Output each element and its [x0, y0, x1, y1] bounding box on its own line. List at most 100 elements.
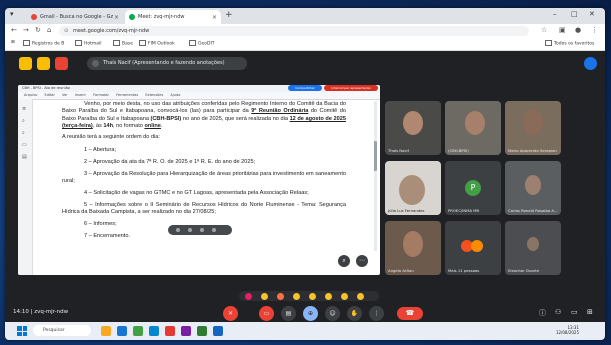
people-icon[interactable]: ⚇	[555, 308, 561, 316]
record-icon[interactable]	[55, 57, 68, 70]
search-icon[interactable]: ⌕	[22, 119, 27, 124]
heart-icon[interactable]	[245, 292, 252, 300]
participant-tile[interactable]: (CBH-BPSI)	[445, 101, 501, 155]
participant-tile[interactable]: P PROEC/INMA MR	[445, 161, 501, 215]
bookmark-item[interactable]: GeoDIT	[189, 40, 215, 47]
excel-icon[interactable]	[197, 326, 207, 336]
app-icon[interactable]	[165, 326, 175, 336]
bookmark-item[interactable]: Registros de B	[23, 40, 64, 47]
edge-icon[interactable]	[117, 326, 127, 336]
chrome-icon[interactable]	[133, 326, 143, 336]
participant-tile[interactable]: Carlos Ronald Rosalba A...	[505, 161, 561, 215]
leave-call-button[interactable]: ☎	[397, 307, 423, 320]
bookmark-star-icon[interactable]: ☆	[541, 26, 547, 34]
outline-icon[interactable]: ≡	[22, 107, 27, 112]
stop-presenting-button[interactable]: Interromper apresentação	[324, 85, 378, 91]
annotation-toolbar[interactable]	[168, 225, 232, 235]
close-icon[interactable]: ×	[212, 14, 217, 21]
zoom-in-icon[interactable]: ⌕	[338, 255, 350, 267]
home-icon[interactable]: ⌂	[47, 26, 51, 34]
bookmark-item[interactable]: Base	[113, 40, 133, 47]
close-icon[interactable]: ×	[114, 14, 119, 21]
taskbar-clock[interactable]: 13:31 12/08/2025	[556, 325, 579, 335]
layout-icon[interactable]	[19, 57, 32, 70]
apps-icon[interactable]: ⊞	[11, 40, 15, 45]
folder-icon	[545, 40, 552, 46]
participant-tile[interactable]: Júlia Luz Fernandes	[385, 161, 441, 215]
chat-icon[interactable]: ▭	[571, 308, 578, 316]
address-bar[interactable]: ⊙ meet.google.com/zvq-mjr-ndw	[59, 26, 529, 36]
zoom-icon[interactable]: ⌕	[22, 131, 27, 136]
comment-icon[interactable]: ▭	[22, 143, 27, 148]
word-icon[interactable]	[213, 326, 223, 336]
site-info-icon[interactable]: ⊙	[64, 26, 68, 36]
teams-icon[interactable]	[181, 326, 191, 336]
menu-item[interactable]: Arquivo	[24, 93, 37, 97]
menu-icon[interactable]: ⋮	[591, 26, 598, 34]
captions-icon[interactable]: ▤	[281, 306, 296, 321]
menu-item[interactable]: Ajuda	[170, 93, 180, 97]
reload-icon[interactable]: ↻	[35, 26, 41, 34]
start-icon[interactable]	[17, 326, 27, 336]
menu-item[interactable]: Editar	[45, 93, 55, 97]
laugh-icon[interactable]	[309, 292, 316, 300]
all-bookmarks[interactable]: Todos os favoritos	[545, 40, 594, 47]
windows-taskbar: Pesquisar 13:31 12/08/2025	[5, 322, 605, 340]
highlighter-icon[interactable]	[188, 228, 192, 232]
menu-item[interactable]: Inserir	[75, 93, 86, 97]
pen-icon[interactable]	[176, 228, 180, 232]
bookmark-item[interactable]: FIM Outlook	[139, 40, 175, 47]
reactions-icon[interactable]: ☺	[325, 306, 340, 321]
pin-icon[interactable]	[37, 57, 50, 70]
folder-icon	[189, 40, 196, 46]
share-button[interactable]: Compartilhar	[288, 85, 322, 91]
expand-icon[interactable]	[584, 57, 597, 70]
agenda-item: 4 – Solicitação de vagas no GTMC e no GT…	[84, 190, 309, 197]
sad-icon[interactable]	[341, 292, 348, 300]
outlook-icon[interactable]	[149, 326, 159, 336]
more-icon[interactable]: ⋮	[369, 306, 384, 321]
file-explorer-icon[interactable]	[101, 326, 111, 336]
tab-gmail[interactable]: Gmail - Busca no Google - Gz ×	[27, 10, 123, 24]
participant-tile[interactable]: Mario Aparecido Serapion	[505, 101, 561, 155]
menu-item[interactable]: Ferramentas	[116, 93, 138, 97]
activities-icon[interactable]: ⊞	[587, 308, 593, 316]
participant-tile[interactable]: Thaís Nacif	[385, 101, 441, 155]
minimize-icon[interactable]: –	[553, 10, 557, 18]
camera-off-icon[interactable]: ▭	[259, 306, 274, 321]
info-icon[interactable]: ⓘ	[539, 308, 546, 318]
meet-icon	[129, 14, 135, 20]
menu-item[interactable]: Ver	[62, 93, 68, 97]
participant-tile[interactable]: Angelo Ariton	[385, 221, 441, 275]
bookmark-item[interactable]: Hotmail	[75, 40, 102, 47]
taskbar-search[interactable]: Pesquisar	[33, 325, 91, 336]
maximize-icon[interactable]: □	[571, 10, 578, 18]
pages-icon[interactable]: ▤	[22, 155, 27, 160]
menu-item[interactable]: Extensões	[145, 93, 163, 97]
tab-search-icon[interactable]: ▾	[10, 10, 14, 18]
mic-off-icon[interactable]: ✕	[223, 306, 238, 321]
doc-scrollbar[interactable]	[374, 101, 377, 251]
close-window-icon[interactable]: ✕	[589, 10, 595, 18]
forward-icon[interactable]: →	[23, 26, 29, 34]
undo-icon[interactable]	[212, 228, 216, 232]
raise-hand-icon[interactable]: ✋	[347, 306, 362, 321]
menu-item[interactable]: Formatar	[93, 93, 109, 97]
profile-icon[interactable]: ●	[575, 26, 581, 34]
participant-tile[interactable]: Eleonhar Duarte	[505, 221, 561, 275]
more-participants-tile[interactable]: Mais 11 pessoas	[445, 221, 501, 275]
back-icon[interactable]: ←	[11, 26, 17, 34]
clap-icon[interactable]	[293, 292, 300, 300]
folder-icon	[113, 40, 120, 46]
present-icon[interactable]: ⊕	[303, 306, 318, 321]
new-tab-button[interactable]: +	[225, 10, 233, 20]
extensions-icon[interactable]: ▣	[559, 26, 566, 34]
scroll-thumb[interactable]	[374, 141, 377, 171]
more-options-icon[interactable]: ⋯	[356, 255, 368, 267]
thinking-icon[interactable]	[357, 292, 364, 300]
surprised-icon[interactable]	[325, 292, 332, 300]
eraser-icon[interactable]	[200, 228, 204, 232]
tab-meet[interactable]: Meet: zvq-mjr-ndw ×	[125, 10, 221, 24]
party-icon[interactable]	[277, 292, 284, 300]
thumbs-up-icon[interactable]	[261, 292, 268, 300]
